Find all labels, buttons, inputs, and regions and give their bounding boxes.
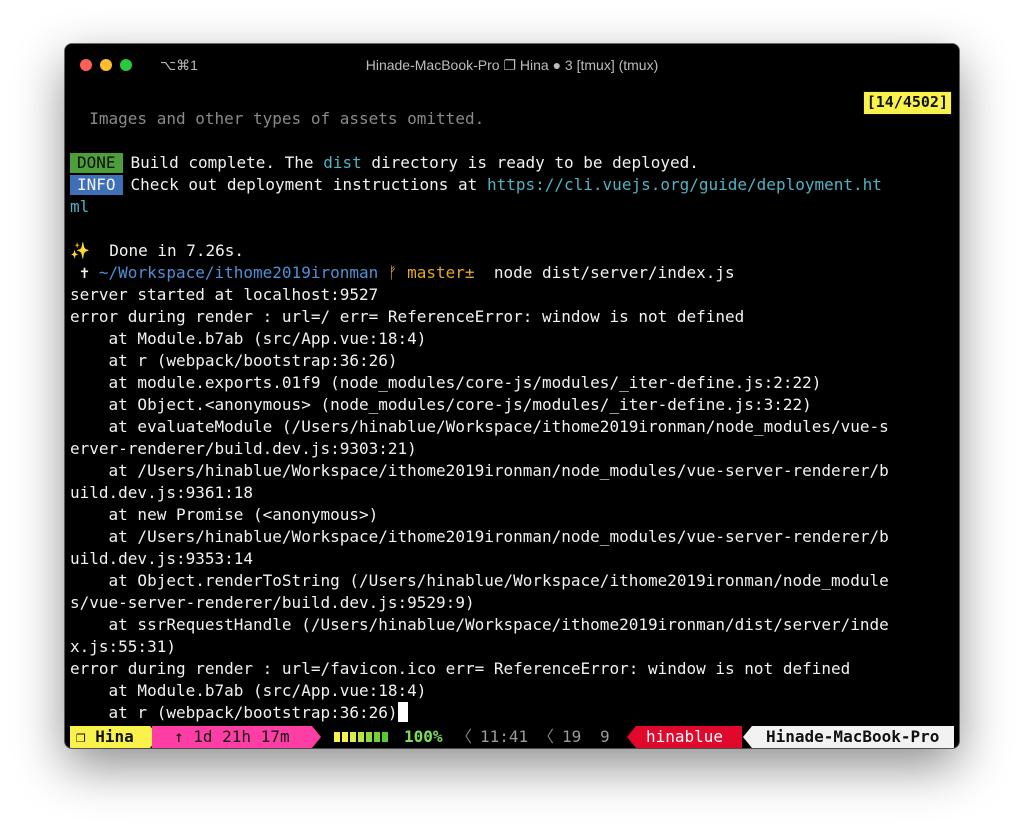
prompt-command: node dist/server/index.js — [474, 263, 735, 282]
output-line: erver-renderer/build.dev.js:9303:21) — [70, 439, 417, 458]
deployment-link-wrap[interactable]: ml — [70, 196, 954, 218]
host-segment: Hinade-MacBook-Pro — [752, 726, 954, 748]
done-badge: DONE — [70, 153, 123, 173]
battery-cell — [350, 732, 356, 742]
shell-prompt: ✝ ~/Workspace/ithome2019ironman ᚠ master… — [70, 262, 954, 284]
done-text-end: directory is ready to be deployed. — [361, 153, 699, 172]
output-line: at ssrRequestHandle (/Users/hinablue/Wor… — [70, 615, 889, 634]
user-separator-icon — [627, 726, 636, 748]
battery-cell — [358, 732, 364, 742]
tmux-status-bar: ❐ Hina ↑ 1d 21h 17m 100% 〈 11:41 〈 19 9 … — [70, 726, 954, 748]
deployment-link[interactable]: https://cli.vuejs.org/guide/deployment.h… — [487, 175, 882, 194]
clock-time: 11:41 — [480, 727, 529, 746]
text-cursor — [397, 702, 408, 722]
window-title: Hinade-MacBook-Pro ❐ Hina ● 3 [tmux] (tm… — [365, 57, 659, 73]
output-line: at /Users/hinablue/Workspace/ithome2019i… — [70, 527, 889, 546]
output-line: error during render : url=/ err= Referen… — [70, 307, 745, 326]
done-time-line: ✨ Done in 7.26s. — [70, 241, 245, 260]
prompt-cross-icon: ✝ — [70, 263, 99, 282]
output-line: at Module.b7ab (src/App.vue:18:4) — [70, 681, 427, 700]
output-line: error during render : url=/favicon.ico e… — [70, 659, 851, 678]
output-line: uild.dev.js:9361:18 — [70, 483, 254, 502]
output-line-text: at r (webpack/bootstrap:36:26) — [70, 703, 398, 722]
output-line: at Module.b7ab (src/App.vue:18:4) — [70, 329, 427, 348]
terminal-output[interactable]: [14/4502] Images and other types of asse… — [70, 86, 954, 726]
separator-icon: 〈 — [456, 727, 473, 746]
output-line: at /Users/hinablue/Workspace/ithome2019i… — [70, 461, 889, 480]
prompt-path: ~/Workspace/ithome2019ironman — [98, 263, 379, 282]
battery-cell — [382, 732, 388, 742]
uptime-separator-icon — [312, 726, 321, 748]
date-month: 9 — [600, 727, 610, 746]
user-segment: hinablue — [636, 726, 742, 748]
terminal-window[interactable]: ⌥⌘1 Hinade-MacBook-Pro ❐ Hina ● 3 [tmux]… — [65, 44, 959, 748]
build-info-line: INFO Check out deployment instructions at… — [70, 174, 954, 196]
output-line-last: at r (webpack/bootstrap:36:26) — [70, 702, 954, 724]
assets-omitted-line: Images and other types of assets omitted… — [70, 109, 485, 128]
output-line: at r (webpack/bootstrap:36:26) — [70, 351, 398, 370]
info-badge: INFO — [70, 175, 123, 195]
output-line: uild.dev.js:9353:14 — [70, 549, 254, 568]
session-segment[interactable]: ❐ Hina — [70, 726, 150, 748]
uptime-segment: ↑ 1d 21h 17m — [152, 726, 312, 748]
date-day: 19 — [562, 727, 582, 746]
git-branch: ᚠ master± — [378, 263, 475, 282]
output-line: x.js:55:31) — [70, 637, 176, 656]
output-line: at Object.<anonymous> (node_modules/core… — [70, 395, 812, 414]
output-line: at Object.renderToString (/Users/hinablu… — [70, 571, 889, 590]
done-text-start: Build complete. The — [130, 153, 324, 172]
output-line: at new Promise (<anonymous>) — [70, 505, 379, 524]
output-line: at module.exports.01f9 (node_modules/cor… — [70, 373, 822, 392]
battery-icon — [334, 732, 398, 742]
battery-cell — [374, 732, 380, 742]
host-separator-icon — [743, 726, 752, 748]
battery-percent: 100% — [404, 727, 443, 746]
output-line: at evaluateModule (/Users/hinablue/Works… — [70, 417, 889, 436]
battery-cell — [342, 732, 348, 742]
info-text: Check out deployment instructions at — [130, 175, 487, 194]
output-line: server started at localhost:9527 — [70, 285, 379, 304]
dist-word: dist — [323, 153, 362, 172]
separator-icon: 〈 — [538, 727, 555, 746]
output-line: s/vue-server-renderer/build.dev.js:9529:… — [70, 593, 475, 612]
battery-cell — [334, 732, 340, 742]
title-bar[interactable]: ⌥⌘1 Hinade-MacBook-Pro ❐ Hina ● 3 [tmux]… — [65, 44, 959, 86]
battery-cell — [366, 732, 372, 742]
scroll-position-indicator: [14/4502] — [862, 91, 952, 115]
build-done-line: DONE Build complete. The dist directory i… — [70, 152, 954, 174]
